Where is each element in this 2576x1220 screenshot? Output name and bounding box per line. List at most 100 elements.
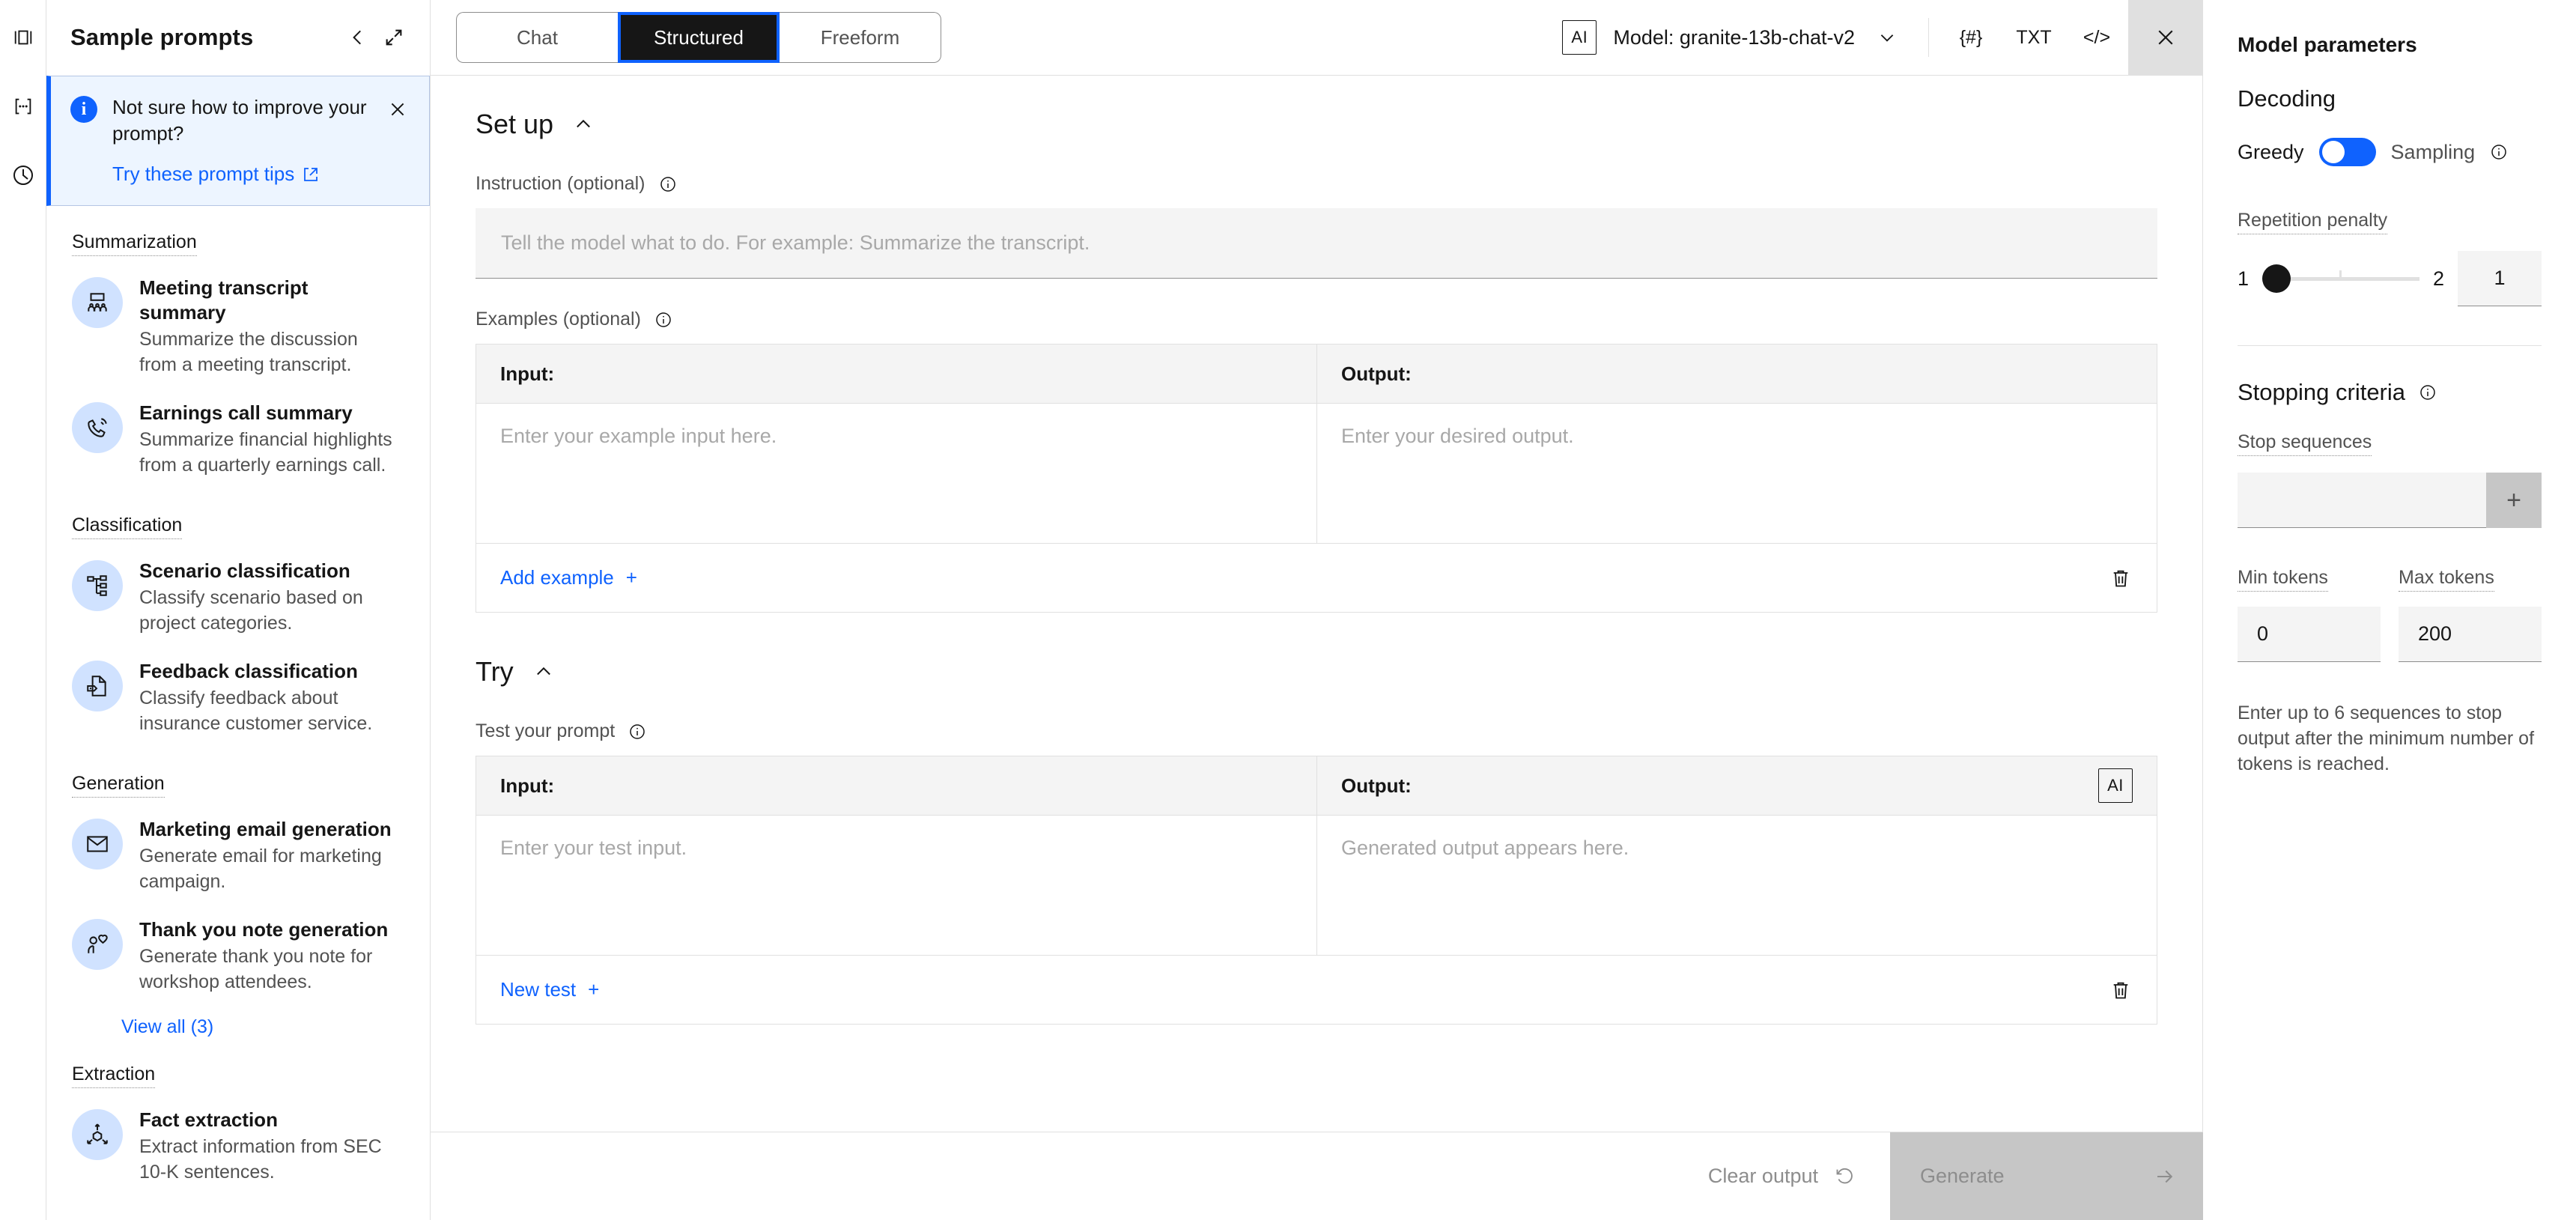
view-all-link[interactable]: View all (3) xyxy=(121,1016,213,1038)
example-input-field[interactable]: Enter your example input here. xyxy=(476,404,1316,543)
toolbar-divider xyxy=(1928,18,1929,57)
prompt-tips-link-label: Try these prompt tips xyxy=(112,163,295,186)
info-icon[interactable] xyxy=(2419,383,2437,401)
group-extraction: Extraction Fact extraction Extract infor… xyxy=(46,1038,430,1196)
clear-output-button[interactable]: Clear output xyxy=(1674,1132,1890,1220)
max-tokens-input[interactable]: 200 xyxy=(2399,607,2542,662)
sidebar-item-feedback-classification[interactable]: Feedback classification Classify feedbac… xyxy=(46,647,430,747)
min-tokens-label: Min tokens xyxy=(2238,567,2328,592)
sidebar-item-text: Earnings call summary Summarize financia… xyxy=(139,399,397,479)
prompt-variables-tool-icon[interactable]: {#} xyxy=(1939,0,2002,76)
model-selector-label: Model: granite-13b-chat-v2 xyxy=(1613,25,1855,49)
sidebar-item-marketing-email-generation[interactable]: Marketing email generation Generate emai… xyxy=(46,805,430,905)
collapse-panel-icon[interactable] xyxy=(340,19,376,55)
sidebar-item-meeting-transcript-summary[interactable]: Meeting transcript summary Summarize the… xyxy=(46,264,430,389)
notification-body: Not sure how to improve your prompt? Try… xyxy=(112,94,368,186)
min-tokens-input[interactable]: 0 xyxy=(2238,607,2381,662)
history-clock-icon[interactable] xyxy=(7,159,40,192)
tab-chat[interactable]: Chat xyxy=(456,12,618,63)
new-test-button[interactable]: New test + xyxy=(500,978,599,1001)
try-table-footer: New test + xyxy=(476,955,2157,1024)
add-stop-sequence-button[interactable]: + xyxy=(2486,473,2542,528)
decoding-toggle[interactable] xyxy=(2318,138,2376,166)
info-icon[interactable] xyxy=(654,311,672,329)
main-column: Chat Structured Freeform AI Model: grani… xyxy=(431,0,2203,1220)
section-title: Set up xyxy=(476,109,554,139)
add-example-button[interactable]: Add example + xyxy=(500,566,637,589)
info-icon[interactable] xyxy=(2490,143,2508,161)
test-output-field: Generated output appears here. xyxy=(1316,816,2157,955)
tab-freeform[interactable]: Freeform xyxy=(780,12,941,63)
sidebar-item-text: Marketing email generation Generate emai… xyxy=(139,816,397,895)
info-icon[interactable] xyxy=(628,723,646,741)
open-panel-icon[interactable] xyxy=(7,21,40,54)
instruction-input[interactable]: Tell the model what to do. For example: … xyxy=(476,208,2157,279)
model-parameters-panel: Model parameters Decoding Greedy Samplin… xyxy=(2203,0,2576,1220)
try-col-input: Input: xyxy=(500,774,555,797)
generate-button[interactable]: Generate xyxy=(1890,1132,2203,1220)
tab-structured[interactable]: Structured xyxy=(618,12,780,63)
try-col-output-wrap: Output: AI xyxy=(1316,756,2157,815)
close-notification-icon[interactable] xyxy=(383,94,413,124)
stopping-criteria-title: Stopping criteria xyxy=(2238,379,2406,405)
app-root: Sample prompts i Not sure how to improve… xyxy=(0,0,2576,1220)
sidebar-item-scenario-classification[interactable]: Scenario classification Classify scenari… xyxy=(46,547,430,647)
repetition-penalty-slider-row: 1 2 1 xyxy=(2238,251,2542,306)
sidebar-item-thank-you-note-generation[interactable]: Thank you note generation Generate thank… xyxy=(46,905,430,1006)
example-output-field[interactable]: Enter your desired output. xyxy=(1316,404,2157,543)
sample-prompts-list[interactable]: Summarization Meeting transcript summary… xyxy=(46,206,430,1220)
sidebar-item-label: Fact extraction xyxy=(139,1108,278,1131)
section-header-try[interactable]: Try xyxy=(476,656,2157,688)
repetition-penalty-slider[interactable] xyxy=(2262,264,2419,294)
notification-title: Not sure how to improve your prompt? xyxy=(112,96,367,145)
plus-icon: + xyxy=(588,978,600,1001)
category-label: Generation xyxy=(72,773,165,798)
test-input-field[interactable]: Enter your test input. xyxy=(476,816,1316,955)
prompt-variables-icon[interactable] xyxy=(7,90,40,123)
expand-panel-icon[interactable] xyxy=(376,19,412,55)
footer-spacer xyxy=(431,1132,1674,1220)
examples-table-footer: Add example + xyxy=(476,543,2157,612)
model-selector[interactable]: Model: granite-13b-chat-v2 xyxy=(1613,26,1918,49)
max-tokens-label: Max tokens xyxy=(2399,567,2494,592)
stop-sequences-row: + xyxy=(2238,473,2542,528)
close-icon[interactable] xyxy=(2128,0,2203,76)
sidebar-item-label: Thank you note generation xyxy=(139,917,389,941)
section-header-setup[interactable]: Set up xyxy=(476,109,2157,140)
top-toolbar: Chat Structured Freeform AI Model: grani… xyxy=(431,0,2203,76)
sidebar-item-earnings-call-summary[interactable]: Earnings call summary Summarize financia… xyxy=(46,389,430,489)
section-title: Try xyxy=(476,656,514,687)
category-label: Extraction xyxy=(72,1063,156,1088)
prompt-tips-link[interactable]: Try these prompt tips xyxy=(112,163,320,186)
repetition-penalty-label: Repetition penalty xyxy=(2238,210,2388,234)
slider-max-label: 2 xyxy=(2432,267,2444,290)
info-icon[interactable] xyxy=(659,175,677,193)
user-favorite-icon xyxy=(72,918,123,970)
sample-prompts-panel: Sample prompts i Not sure how to improve… xyxy=(46,0,431,1220)
left-icon-rail xyxy=(0,0,46,1220)
table-row: Enter your example input here. Enter you… xyxy=(476,403,2157,543)
sidebar-item-fact-extraction[interactable]: Fact extraction Extract information from… xyxy=(46,1096,430,1196)
chevron-up-icon xyxy=(536,667,550,676)
sidebar-item-label: Earnings call summary xyxy=(139,401,353,424)
group-summarization: Summarization Meeting transcript summary… xyxy=(46,206,430,489)
delete-example-icon[interactable] xyxy=(2101,559,2140,598)
text-view-tool-icon[interactable]: TXT xyxy=(2002,0,2065,76)
slider-thumb[interactable] xyxy=(2262,264,2291,293)
try-col-output: Output: xyxy=(1341,774,1412,797)
fact-extract-icon xyxy=(72,1108,123,1160)
repetition-penalty-value[interactable]: 1 xyxy=(2458,251,2542,306)
page-title: Sample prompts xyxy=(70,24,254,50)
delete-test-icon[interactable] xyxy=(2101,971,2140,1010)
code-view-tool-icon[interactable]: </> xyxy=(2065,0,2128,76)
generate-label: Generate xyxy=(1920,1165,2005,1187)
stopping-criteria-title-row: Stopping criteria xyxy=(2238,379,2542,406)
tokens-row: Min tokens 0 Max tokens 200 xyxy=(2238,567,2542,662)
external-link-icon xyxy=(304,167,318,181)
stop-sequences-input[interactable] xyxy=(2238,473,2486,528)
try-table: Input: Output: AI Enter your test input.… xyxy=(476,756,2157,1025)
stop-sequences-label: Stop sequences xyxy=(2238,431,2372,456)
meeting-icon xyxy=(72,277,123,329)
chevron-down-icon xyxy=(1880,34,1894,42)
sidebar-item-text: Feedback classification Classify feedbac… xyxy=(139,658,397,737)
